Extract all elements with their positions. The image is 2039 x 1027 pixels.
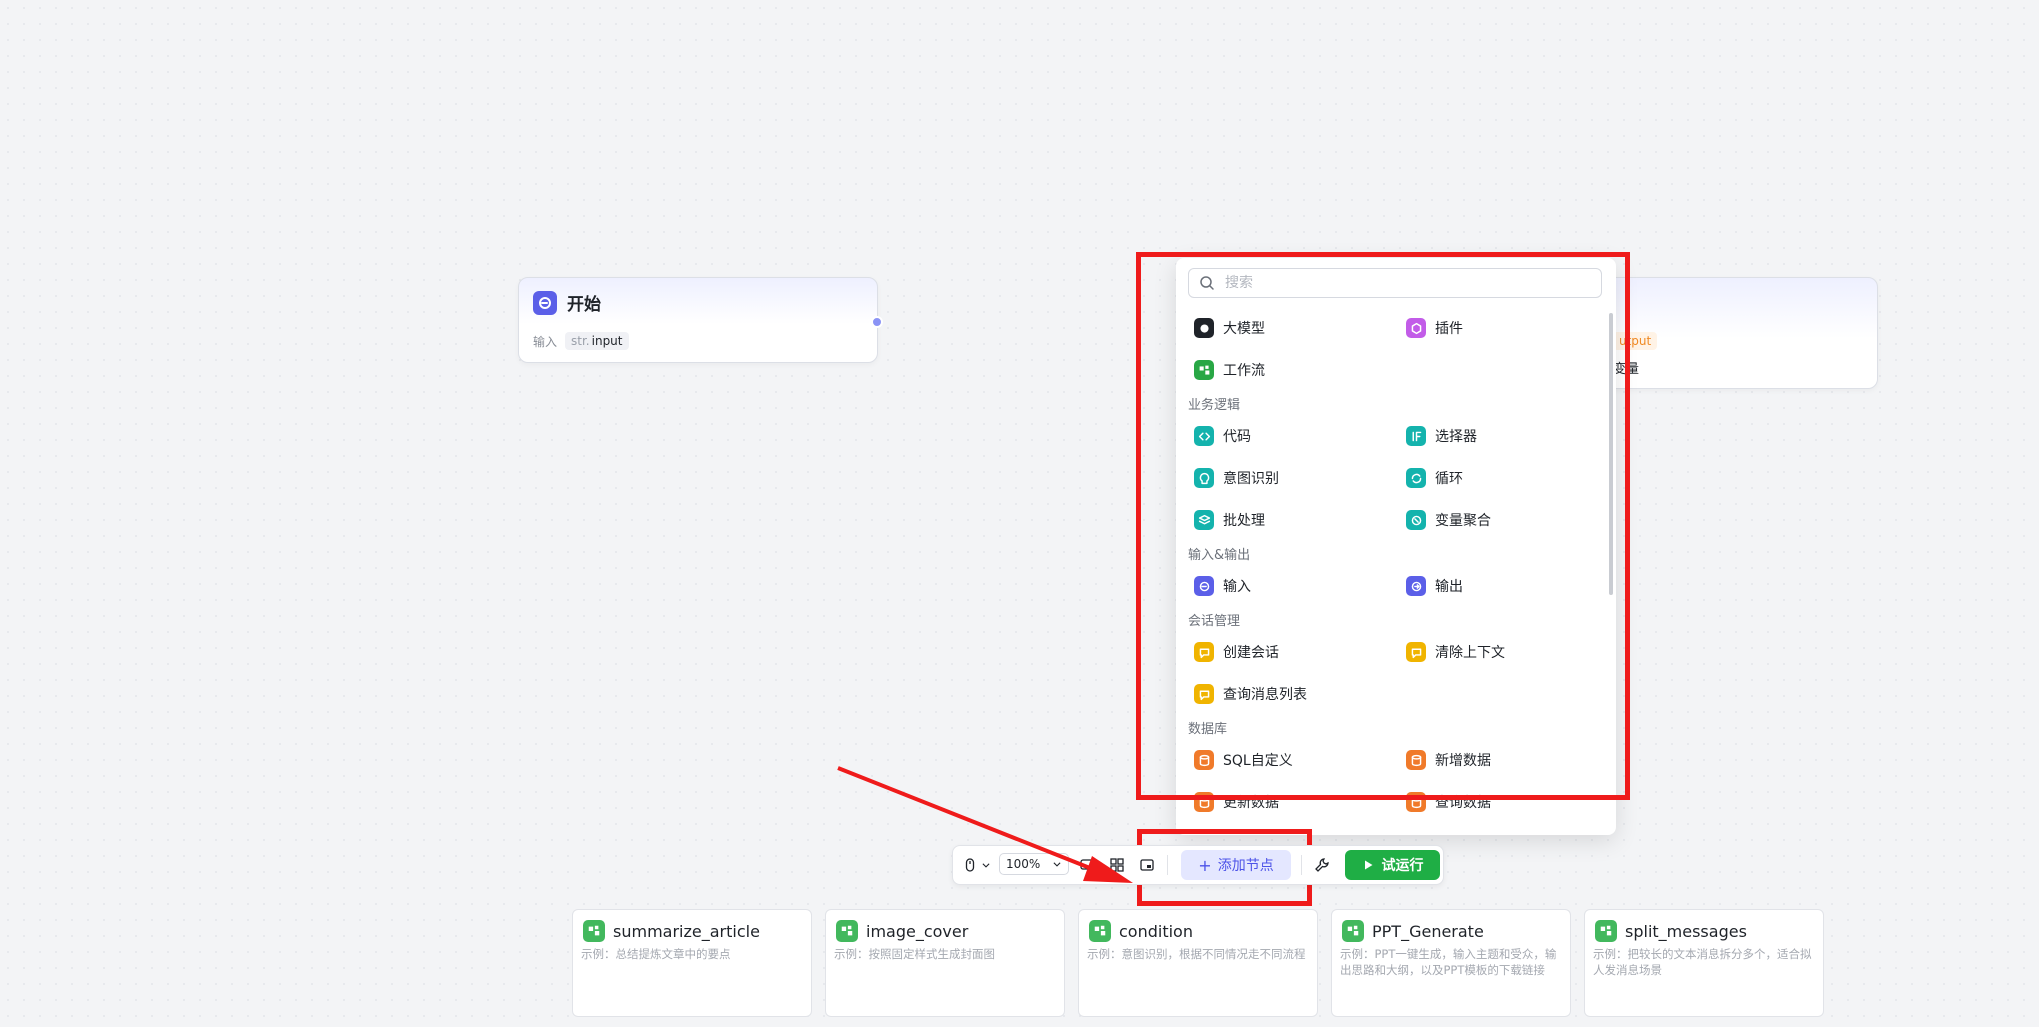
- toolbar-divider: [1301, 855, 1302, 875]
- zoom-select[interactable]: 100%: [999, 853, 1069, 875]
- layout-icon: [1110, 858, 1124, 872]
- card-description: 示例：总结提炼文章中的要点: [581, 947, 731, 961]
- card-title: condition: [1119, 921, 1193, 941]
- card-title: PPT_Generate: [1372, 921, 1484, 941]
- param-type: str.: [571, 334, 590, 348]
- card-description: 示例：把较长的文本消息拆分多个，适合拟人发消息场景: [1593, 947, 1812, 977]
- chevron-down-icon: [1053, 862, 1061, 867]
- card-description: 示例：PPT一键生成，输入主题和受众，输出思路和大纲，以及PPT模板的下载链接: [1340, 947, 1557, 977]
- wrench-icon: [1315, 858, 1329, 872]
- add-node-label: 添加节点: [1217, 858, 1274, 874]
- workflow-template-card[interactable]: split_messages 示例：把较长的文本消息拆分多个，适合拟人发消息场景: [1584, 909, 1824, 1017]
- minimap-icon: [1140, 859, 1154, 871]
- test-run-button[interactable]: 试运行: [1345, 850, 1440, 880]
- layout-button[interactable]: [1107, 856, 1127, 874]
- plus-icon: +: [1198, 855, 1212, 875]
- card-header: PPT_Generate: [1342, 920, 1484, 942]
- start-input-label: 输入: [533, 334, 558, 349]
- workflow-template-card[interactable]: condition 示例：意图识别，根据不同情况走不同流程: [1078, 909, 1318, 1017]
- toolbar-divider: [1167, 855, 1168, 875]
- test-run-label: 试运行: [1381, 858, 1424, 874]
- card-description: 示例：意图识别，根据不同情况走不同流程: [1087, 947, 1306, 961]
- workflow-template-card[interactable]: image_cover 示例：按照固定样式生成封面图: [825, 909, 1065, 1017]
- mouse-icon: [965, 858, 974, 872]
- workflow-icon: [1595, 920, 1617, 942]
- card-title: summarize_article: [613, 921, 760, 941]
- output-port[interactable]: [871, 316, 883, 328]
- comment-icon: [1080, 859, 1094, 870]
- card-title: image_cover: [866, 921, 969, 941]
- workflow-icon: [836, 920, 858, 942]
- start-node-title: 开始: [567, 295, 601, 315]
- canvas-toolbar: 100% + 添加节点 试运行: [952, 845, 1444, 885]
- start-node[interactable]: 开始 输入 str. input: [518, 277, 883, 363]
- param-tag: str. input: [565, 332, 629, 350]
- chevron-down-icon: [981, 863, 990, 868]
- card-header: condition: [1089, 920, 1193, 942]
- workflow-icon: [1342, 920, 1364, 942]
- mouse-mode-button[interactable]: [961, 856, 991, 874]
- card-title: split_messages: [1625, 921, 1747, 941]
- start-node-header: 开始: [533, 290, 601, 315]
- comment-button[interactable]: [1077, 856, 1097, 874]
- minimap-button[interactable]: [1137, 856, 1157, 874]
- end-node[interactable]: utput 变量: [1600, 277, 1878, 389]
- workflow-icon: [583, 920, 605, 942]
- play-icon: [1364, 860, 1372, 870]
- add-node-button[interactable]: + 添加节点: [1181, 850, 1291, 880]
- highlight-box-panel: [1136, 252, 1630, 800]
- zoom-value: 100%: [1006, 857, 1041, 871]
- card-header: image_cover: [836, 920, 968, 942]
- card-header: split_messages: [1595, 920, 1747, 942]
- start-icon: [533, 290, 557, 315]
- start-node-params: 输入 str. input: [533, 332, 629, 350]
- card-header: summarize_article: [583, 920, 760, 942]
- param-name: input: [591, 334, 623, 348]
- card-description: 示例：按照固定样式生成封面图: [834, 947, 995, 961]
- workflow-template-card[interactable]: summarize_article 示例：总结提炼文章中的要点: [572, 909, 812, 1017]
- debug-button[interactable]: [1311, 856, 1333, 874]
- workflow-template-card[interactable]: PPT_Generate 示例：PPT一键生成，输入主题和受众，输出思路和大纲，以…: [1331, 909, 1571, 1017]
- workflow-icon: [1089, 920, 1111, 942]
